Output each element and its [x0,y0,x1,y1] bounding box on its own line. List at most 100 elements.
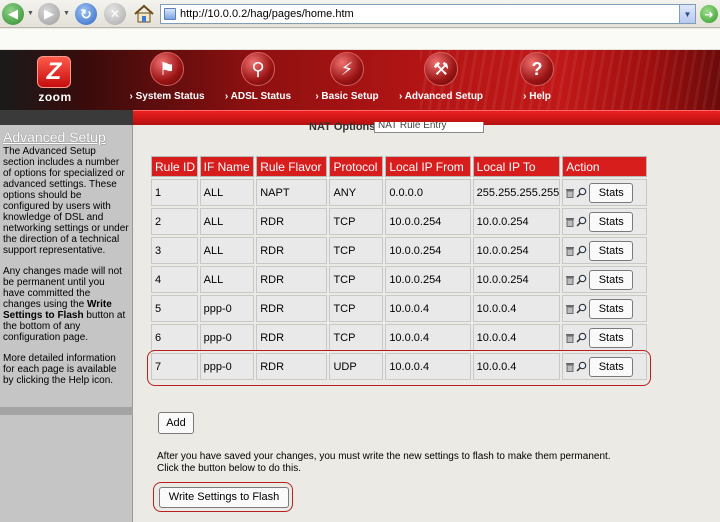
table-row: 4 ALL RDR TCP 10.0.0.254 10.0.0.254 Stat… [151,266,647,293]
table-row: 3 ALL RDR TCP 10.0.0.254 10.0.0.254 Stat… [151,237,647,264]
table-header-row: Rule ID IF Name Rule Flavor Protocol Loc… [151,156,647,177]
cell-protocol: TCP [329,324,384,351]
col-local-ip-from: Local IP From [385,156,471,177]
table-body: 1 ALL NAPT ANY 0.0.0.0 255.255.255.255 S… [151,179,647,380]
col-if-name: IF Name [199,156,255,177]
trash-icon[interactable] [565,333,575,343]
info-line-1: After you have saved your changes, you m… [157,451,611,462]
col-protocol: Protocol [329,156,384,177]
magnifier-icon[interactable] [576,332,587,343]
nav-label: › System Status [129,91,205,102]
main-content: NAT Options: NAT Rule Entry Rule ID IF N… [134,121,720,522]
trash-icon[interactable] [565,217,575,227]
trash-icon[interactable] [565,275,575,285]
system-status-icon: ⚑ [150,52,184,86]
cell-if-name: ppp-0 [199,353,255,380]
cell-ip-to: 10.0.0.4 [472,324,561,351]
cell-ip-from: 10.0.0.254 [385,208,471,235]
magnifier-icon[interactable] [576,361,587,372]
cell-protocol: TCP [329,237,384,264]
table-row: 7 ppp-0 RDR UDP 10.0.0.4 10.0.0.4 Stats [151,353,647,380]
back-dropdown-icon[interactable]: ▼ [27,10,34,17]
cell-protocol: TCP [329,266,384,293]
cell-rule-id: 5 [151,295,198,322]
cell-ip-from: 10.0.0.254 [385,266,471,293]
stats-button[interactable]: Stats [589,298,634,319]
nat-options-select[interactable]: NAT Rule Entry [374,122,484,133]
add-button[interactable]: Add [158,412,194,434]
cell-protocol: UDP [329,353,384,380]
forward-arrow-icon[interactable]: ▶ [38,3,60,25]
cell-rule-id: 6 [151,324,198,351]
col-local-ip-to: Local IP To [472,156,561,177]
cell-if-name: ppp-0 [199,295,255,322]
sidebar-para-2: Any changes made will not be permanent u… [3,266,126,343]
wrench-icon: ⚒ [424,52,458,86]
stop-icon[interactable]: ✕ [104,3,126,25]
trash-icon[interactable] [565,188,575,198]
sidebar-para-3: More detailed information for each page … [3,353,117,386]
stats-button[interactable]: Stats [589,182,634,203]
address-bar[interactable]: http://10.0.0.2/hag/pages/home.htm ▼ [160,4,696,24]
magnifier-icon[interactable] [576,245,587,256]
nav-basic-setup[interactable]: ⚡ › Basic Setup [302,52,392,108]
cell-rule-flavor: NAPT [256,179,328,206]
cell-action: Stats [562,295,647,322]
cell-protocol: TCP [329,295,384,322]
cell-rule-id: 1 [151,179,198,206]
zoom-logo: Z zoom [26,56,84,104]
go-arrow-icon[interactable]: ➜ [700,5,718,23]
magnifier-icon[interactable] [576,303,587,314]
home-icon[interactable] [132,2,156,26]
stats-button[interactable]: Stats [589,211,634,232]
nav-adsl-status[interactable]: ⚲ › ADSL Status [213,52,303,108]
sidebar-para-1: The Advanced Setup section includes a nu… [3,146,129,256]
stats-button[interactable]: Stats [589,327,634,348]
stats-button[interactable]: Stats [589,356,634,377]
nav-label: › Advanced Setup [398,91,484,102]
stats-button[interactable]: Stats [589,240,634,261]
cell-ip-to: 255.255.255.255 [472,179,561,206]
table-row: 2 ALL RDR TCP 10.0.0.254 10.0.0.254 Stat… [151,208,647,235]
info-line-2: Click the button below to do this. [157,463,301,474]
nat-options-label: NAT Options: [309,121,380,133]
cell-ip-to: 10.0.0.4 [472,295,561,322]
cell-if-name: ALL [199,179,255,206]
refresh-icon[interactable]: ↻ [75,3,97,25]
cell-rule-id: 4 [151,266,198,293]
nav-label: › ADSL Status [224,91,292,102]
cell-if-name: ALL [199,266,255,293]
cell-ip-to: 10.0.0.254 [472,208,561,235]
address-dropdown-icon[interactable]: ▼ [679,5,695,23]
trash-icon[interactable] [565,362,575,372]
cell-rule-flavor: RDR [256,266,328,293]
trash-icon[interactable] [565,246,575,256]
forward-dropdown-icon[interactable]: ▼ [63,10,70,17]
trash-icon[interactable] [565,304,575,314]
table-row: 1 ALL NAPT ANY 0.0.0.0 255.255.255.255 S… [151,179,647,206]
sidebar-content: Advanced Setup The Advanced Setup sectio… [2,127,130,405]
cell-protocol: ANY [329,179,384,206]
cell-rule-flavor: RDR [256,324,328,351]
back-arrow-icon[interactable]: ◀ [2,3,24,25]
browser-gap [0,29,720,50]
magnifier-icon[interactable] [576,187,587,198]
cell-ip-from: 10.0.0.4 [385,353,471,380]
nav-advanced-setup[interactable]: ⚒ › Advanced Setup [396,52,486,108]
nav-help[interactable]: ? › Help [492,52,582,108]
col-rule-flavor: Rule Flavor [256,156,328,177]
cell-ip-to: 10.0.0.254 [472,266,561,293]
magnifier-icon[interactable] [576,274,587,285]
cell-action: Stats [562,266,647,293]
stats-button[interactable]: Stats [589,269,634,290]
cell-rule-id: 7 [151,353,198,380]
nav-label: › Basic Setup [315,91,379,102]
plug-icon: ⚡ [330,52,364,86]
write-settings-to-flash-button[interactable]: Write Settings to Flash [159,487,289,508]
magnifier-icon[interactable] [576,216,587,227]
address-url[interactable]: http://10.0.0.2/hag/pages/home.htm [180,8,354,20]
nav-system-status[interactable]: ⚑ › System Status [122,52,212,108]
page-icon [164,8,176,20]
zoom-logo-icon: Z [37,56,71,88]
cell-ip-from: 10.0.0.254 [385,237,471,264]
